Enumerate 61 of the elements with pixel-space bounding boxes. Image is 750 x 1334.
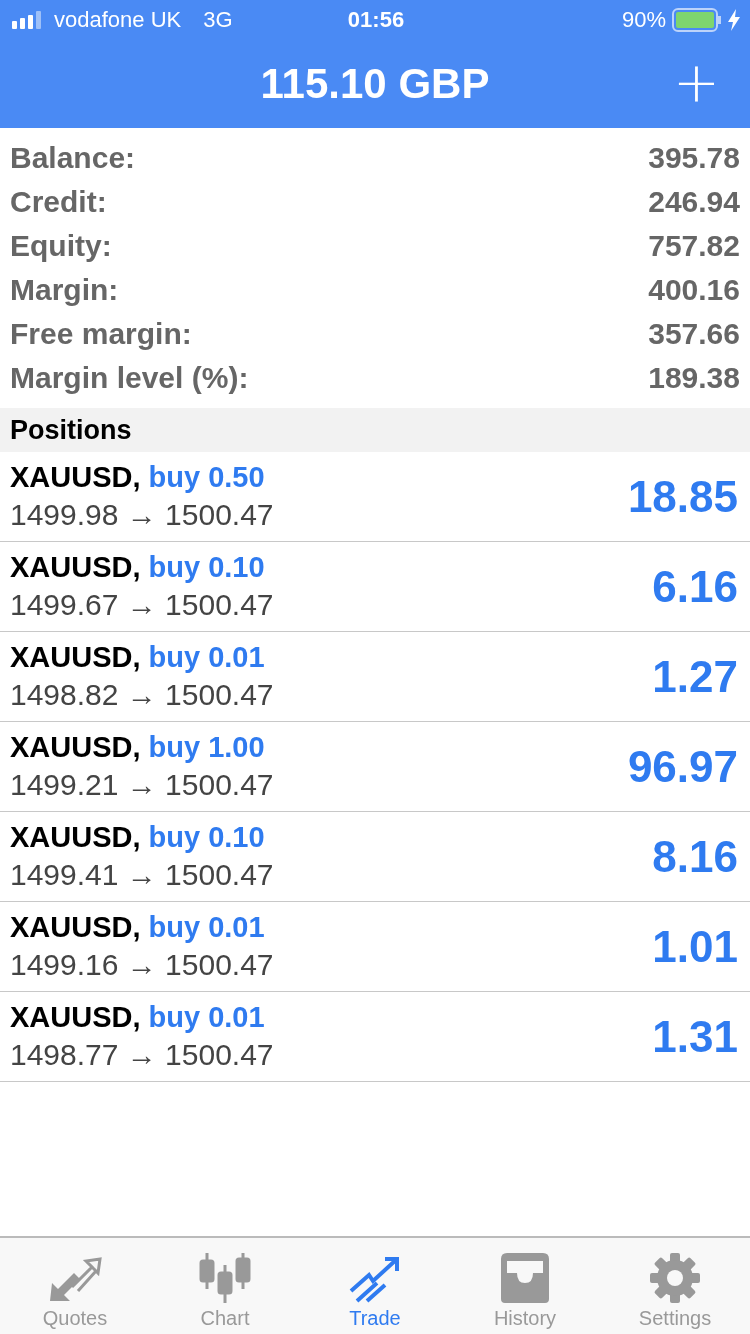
- profit-value: 6.16: [652, 561, 738, 612]
- profit-value: 8.16: [652, 831, 738, 882]
- price-text: 1499.98 → 1500.47: [10, 498, 275, 532]
- symbol-text: XAUUSD,: [10, 461, 141, 494]
- order-text: buy 0.10: [148, 551, 265, 584]
- position-row[interactable]: XAUUSD, buy 0.10 1499.67 → 1500.47 6.16: [0, 542, 750, 632]
- symbol-text: XAUUSD,: [10, 1001, 141, 1034]
- network-type: 3G: [203, 7, 233, 33]
- settings-icon: [650, 1253, 700, 1303]
- position-row[interactable]: XAUUSD, buy 0.01 1499.16 → 1500.47 1.01: [0, 902, 750, 992]
- symbol-text: XAUUSD,: [10, 821, 141, 854]
- account-label: Margin:: [10, 273, 119, 307]
- account-label: Free margin:: [10, 317, 192, 351]
- profit-value: 1.31: [652, 1011, 738, 1062]
- account-label: Balance:: [10, 141, 136, 175]
- account-value: 246.94: [648, 185, 740, 219]
- symbol-text: XAUUSD,: [10, 551, 141, 584]
- profit-value: 96.97: [627, 741, 738, 792]
- price-text: 1498.82 → 1500.47: [10, 678, 275, 712]
- order-text: buy 0.01: [148, 911, 265, 944]
- account-value: 395.78: [648, 141, 740, 175]
- price-text: 1499.21 → 1500.47: [10, 768, 275, 802]
- position-row[interactable]: XAUUSD, buy 0.50 1499.98 → 1500.47 18.85: [0, 452, 750, 542]
- account-value: 189.38: [648, 361, 740, 395]
- section-header: Positions: [0, 408, 750, 452]
- price-text: 1498.77 → 1500.47: [10, 1038, 275, 1072]
- order-text: buy 0.10: [148, 821, 265, 854]
- arrows-icon: [48, 1257, 102, 1303]
- battery-percent: 90%: [621, 7, 666, 33]
- carrier-name: vodafone UK: [54, 7, 182, 33]
- symbol-text: XAUUSD,: [10, 911, 141, 944]
- order-text: buy 0.01: [148, 641, 265, 674]
- profit-value: 18.85: [627, 471, 738, 522]
- tab-item[interactable]: Trade: [300, 1238, 450, 1334]
- order-text: buy 1.00: [148, 731, 265, 764]
- battery-icon: [672, 8, 722, 32]
- candlestick-icon: [199, 1253, 251, 1303]
- equity-title: 115.10 GBP: [260, 60, 490, 108]
- position-row[interactable]: XAUUSD, buy 0.01 1498.82 → 1500.47 1.27: [0, 632, 750, 722]
- profit-value: 1.27: [652, 651, 738, 702]
- account-label: Credit:: [10, 185, 107, 219]
- price-text: 1499.16 → 1500.47: [10, 948, 275, 982]
- price-text: 1499.41 → 1500.47: [10, 858, 275, 892]
- account-value: 400.16: [648, 273, 740, 307]
- position-row[interactable]: XAUUSD, buy 0.10 1499.41 → 1500.47 8.16: [0, 812, 750, 902]
- profit-value: 1.01: [652, 921, 738, 972]
- account-value: 357.66: [648, 317, 740, 351]
- order-text: buy 0.01: [148, 1001, 265, 1034]
- symbol-text: XAUUSD,: [10, 641, 141, 674]
- account-label: Equity:: [10, 229, 112, 263]
- symbol-text: XAUUSD,: [10, 731, 141, 764]
- order-text: buy 0.50: [148, 461, 265, 494]
- signal-icon: [12, 11, 44, 29]
- price-text: 1499.67 → 1500.47: [10, 588, 275, 622]
- inbox-tray-icon: [499, 1253, 551, 1303]
- clock-time: 01:56: [347, 7, 405, 33]
- position-row[interactable]: XAUUSD, buy 0.01 1498.77 → 1500.47 1.31: [0, 992, 750, 1082]
- account-label: Margin level (%):: [10, 361, 249, 395]
- position-row[interactable]: XAUUSD, buy 1.00 1499.21 → 1500.47 96.97: [0, 722, 750, 812]
- trend-arrow-icon: [349, 1257, 401, 1303]
- account-value: 757.82: [648, 229, 740, 263]
